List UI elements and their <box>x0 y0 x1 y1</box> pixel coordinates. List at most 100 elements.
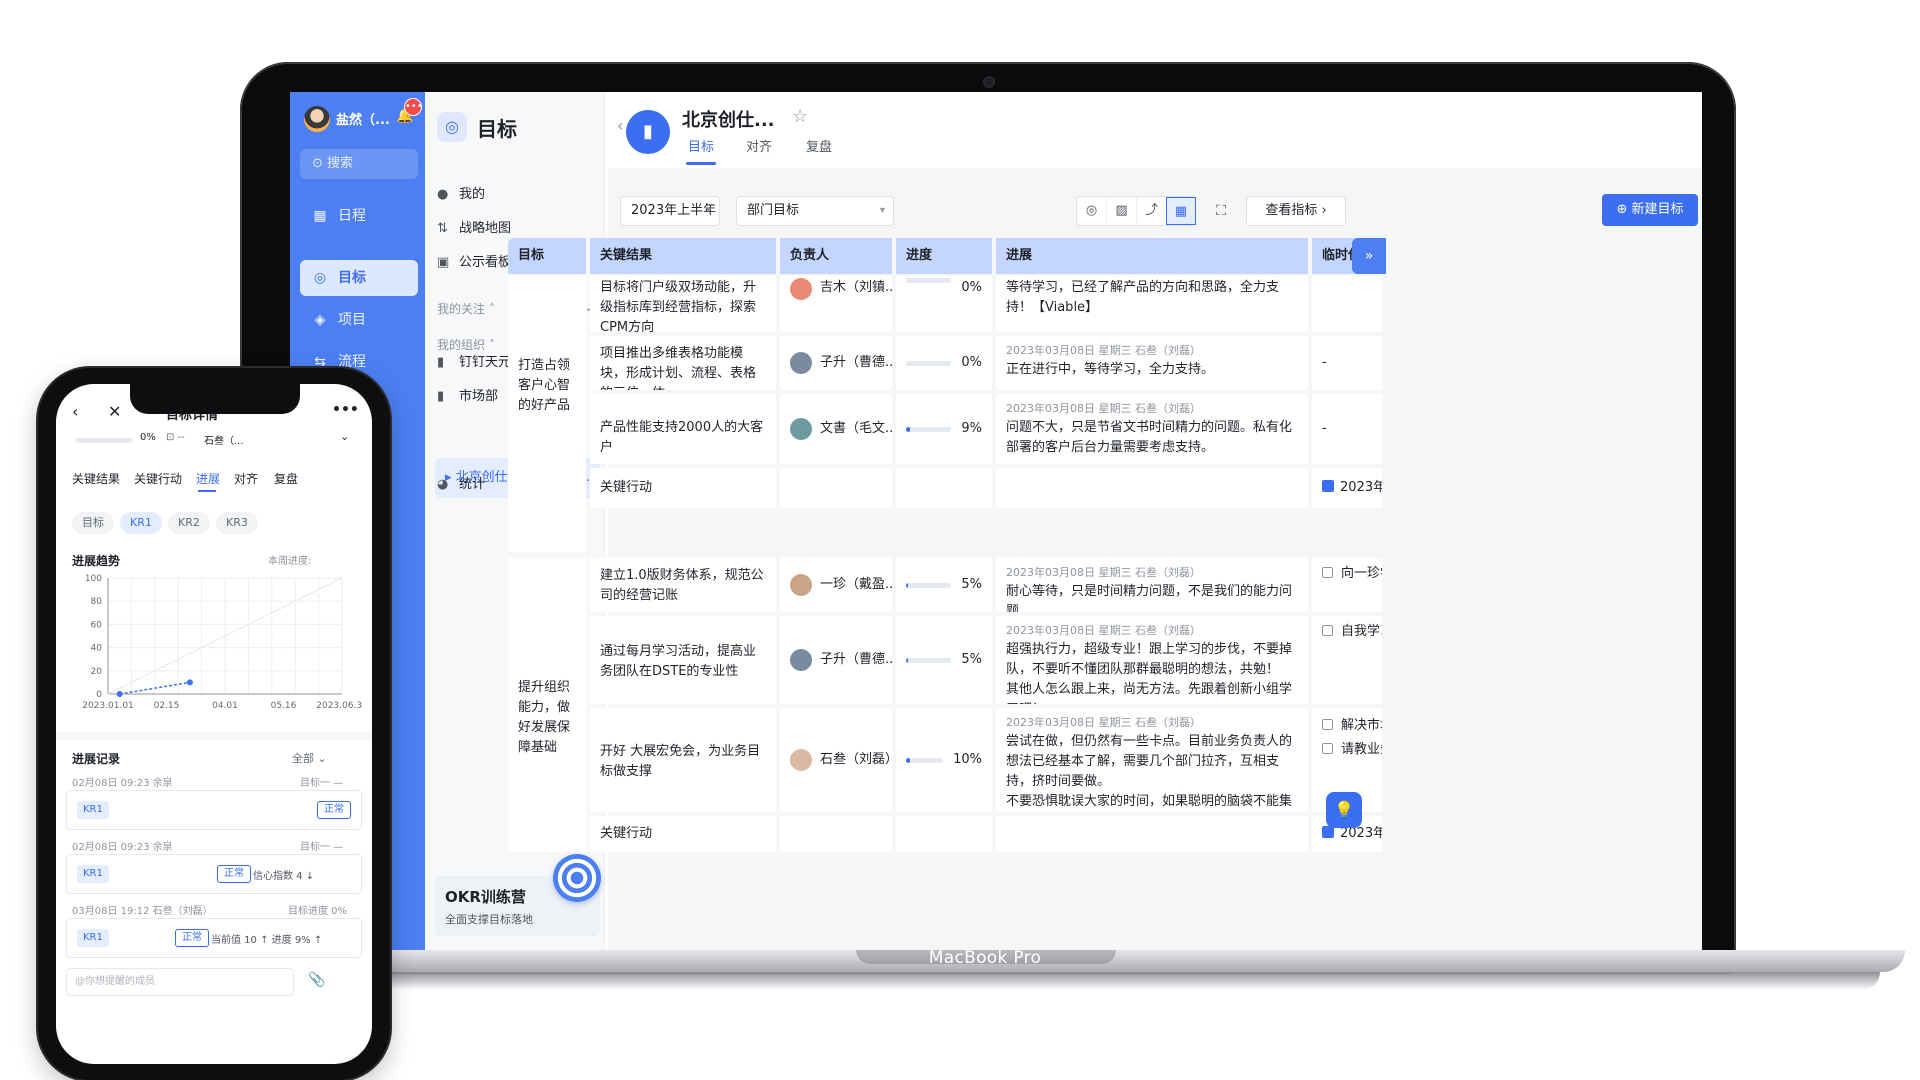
key-action-row[interactable]: 关键行动 <box>590 816 776 852</box>
nav-item-goals[interactable]: ◎ 目标 <box>300 260 418 296</box>
mention-input[interactable]: @你想提醒的成员 <box>66 968 294 996</box>
y-tick-label: 0 <box>96 690 102 700</box>
tab-goals[interactable]: 目标 <box>688 136 714 155</box>
record-extra: 当前值 10 ↑ 进度 9% ↑ <box>211 935 323 946</box>
key-action-row[interactable]: 关键行动 <box>590 468 776 508</box>
tab-align[interactable]: 对齐 <box>746 136 772 155</box>
objective-cell-2[interactable]: 提升组织能力，做好发展保障基础 <box>508 558 586 852</box>
chevron-down-icon[interactable]: ⌄ <box>340 430 349 443</box>
period-select[interactable]: 2023年上半年 ▾ <box>620 196 720 226</box>
more-icon[interactable]: ••• <box>332 402 359 418</box>
temp-task-cell[interactable]: 向一珍学 <box>1312 558 1382 612</box>
phone-owner[interactable]: 石叁（... <box>204 432 244 447</box>
attachment-icon[interactable]: 📎 <box>308 972 325 988</box>
tab-review[interactable]: 复盘 <box>806 136 832 155</box>
nav-search[interactable]: ⊙ 搜索 <box>300 149 418 179</box>
temp-cell: - <box>1312 394 1382 464</box>
phone-tab-align[interactable]: 对齐 <box>234 470 258 487</box>
y-tick-label: 80 <box>91 597 103 607</box>
lightbulb-icon[interactable]: 💡 <box>1326 792 1362 828</box>
update-cell[interactable]: 2023年03月08日 星期三 石叁（刘磊） 尝试在做，但仍然有一些卡点。目前业务… <box>996 708 1308 812</box>
expand-columns-icon[interactable]: » <box>1352 238 1386 274</box>
align-view-icon[interactable]: ⤴ <box>1137 197 1167 225</box>
owner-cell[interactable]: 文書（毛文... <box>780 394 892 464</box>
col-header-goal: 目标 <box>508 238 586 274</box>
progress-cell: 5% <box>896 616 992 704</box>
phone-tab-kr[interactable]: 关键结果 <box>72 470 120 487</box>
user-name[interactable]: 盐然（... <box>336 109 390 128</box>
image-view-icon[interactable]: ▨ <box>1107 197 1137 225</box>
user-avatar[interactable] <box>304 106 330 132</box>
kr-cell[interactable]: 通过每月学习活动，提高业务团队在DSTE的专业性 <box>590 616 776 704</box>
x-tick-label: 2023.06.30 <box>316 701 362 711</box>
kr-cell[interactable]: 产品性能支持2000人的大客户 <box>590 394 776 464</box>
owner-cell[interactable]: 子升（曹德... <box>780 336 892 390</box>
empty-cell <box>896 468 992 508</box>
temp-cell <box>1312 276 1382 332</box>
target-view-icon[interactable]: ◎ <box>1077 197 1107 225</box>
update-cell[interactable]: 2023年03月08日 星期三 石叁（刘磊） 正在进行中，等待学习，全力支持。 <box>996 336 1308 390</box>
board-icon: ▣ <box>437 255 450 270</box>
y-tick-label: 40 <box>91 644 103 654</box>
chip-goal[interactable]: 目标 <box>72 512 114 534</box>
map-icon: ⇅ <box>437 221 448 236</box>
kr-cell[interactable]: 建立1.0版财务体系，规范公司的经营记账 <box>590 558 776 612</box>
key-action-date[interactable]: 2023年仝 <box>1312 468 1382 508</box>
empty-cell <box>996 468 1308 508</box>
temp-task-cell[interactable]: 自我学习 <box>1312 616 1382 704</box>
owner-cell[interactable]: 一珍（戴盈... <box>780 558 892 612</box>
star-icon[interactable]: ☆ <box>792 106 808 127</box>
kr-cell[interactable]: 目标将门户级双场动能，升级指标库到经营指标，探索CPM方向 <box>590 276 776 332</box>
record-card[interactable]: KR1 正常 当前值 10 ↑ 进度 9% ↑ <box>66 918 362 958</box>
scope-select[interactable]: 部门目标 ▾ <box>736 196 894 226</box>
notification-badge: ••• <box>404 98 423 116</box>
nav-item-projects[interactable]: ◈ 项目 <box>300 302 418 338</box>
progress-fill <box>906 757 910 763</box>
x-tick-label: 04.01 <box>212 701 238 711</box>
update-cell[interactable]: 2023年03月08日 星期三 石叁（刘磊） 问题不大，只是节省文书时间精力的问题… <box>996 394 1308 464</box>
checkbox[interactable] <box>1322 567 1333 578</box>
data-point <box>186 679 193 686</box>
new-goal-button[interactable]: ⊕ 新建目标 <box>1602 194 1698 226</box>
phone-tab-review[interactable]: 复盘 <box>274 470 298 487</box>
owner-cell[interactable]: 吉木（刘镇... <box>780 276 892 332</box>
nav-item-schedule[interactable]: ▦ 日程 <box>300 198 418 234</box>
update-cell[interactable]: 等待学习，已经了解产品的方向和思路，全力支持！【Viable】 <box>996 276 1308 332</box>
temp-cell: - <box>1312 336 1382 390</box>
objective-cell-1[interactable]: 打造占领客户心智的好产品 <box>508 276 586 552</box>
back-icon[interactable]: ‹ <box>72 402 78 421</box>
records-filter[interactable]: 全部 ⌄ <box>292 750 327 766</box>
phone-progress-track <box>76 438 132 443</box>
view-metrics-button[interactable]: 查看指标 › <box>1246 196 1346 226</box>
kr-cell[interactable]: 开好 大展宏免会，为业务目标做支撑 <box>590 708 776 812</box>
sidebar-item-mine[interactable]: ● 我的 <box>437 180 597 210</box>
table-view-icon[interactable]: ▦ <box>1166 197 1196 225</box>
chip-kr1[interactable]: KR1 <box>120 512 162 534</box>
record-status: 正常 <box>175 929 209 947</box>
owner-cell[interactable]: 子升（曹德... <box>780 616 892 704</box>
phone-tab-progress[interactable]: 进展 <box>196 470 220 487</box>
close-icon[interactable]: ✕ <box>108 402 121 421</box>
chip-kr3[interactable]: KR3 <box>216 512 258 534</box>
fullscreen-icon[interactable]: ⛶ <box>1206 196 1236 226</box>
owner-cell[interactable]: 石叁（刘磊） <box>780 708 892 812</box>
records-title: 进展记录 <box>72 752 121 766</box>
checkbox[interactable] <box>1322 625 1333 636</box>
record-card[interactable]: KR1 正常 信心指数 4 ↓ <box>66 854 362 894</box>
record-right: 目标进度 0% <box>288 906 348 917</box>
avatar <box>790 649 812 671</box>
follow-group-label[interactable]: 我的关注 ˄ <box>437 300 495 317</box>
checkbox[interactable] <box>1322 719 1333 730</box>
phone-tab-actions[interactable]: 关键行动 <box>134 470 182 487</box>
col-header-progress: 进度 <box>896 238 992 274</box>
update-cell[interactable]: 2023年03月08日 星期三 石叁（刘磊） 耐心等待，只是时间精力问题，不是我们… <box>996 558 1308 612</box>
collapse-icon[interactable]: ‹ <box>617 116 623 135</box>
record-card[interactable]: KR1 正常 <box>66 790 362 830</box>
y-tick-label: 20 <box>91 667 103 677</box>
kr-cell[interactable]: 项目推出多维表格功能模块，形成计划、流程、表格的三位一体 <box>590 336 776 390</box>
update-cell[interactable]: 2023年03月08日 星期三 石叁（刘磊） 超强执行力，超级专业！跟上学习的步伐… <box>996 616 1308 704</box>
checkbox[interactable] <box>1322 743 1333 754</box>
chip-kr2[interactable]: KR2 <box>168 512 210 534</box>
progress-cell: 10% <box>896 708 992 812</box>
tab-underline <box>686 162 716 165</box>
